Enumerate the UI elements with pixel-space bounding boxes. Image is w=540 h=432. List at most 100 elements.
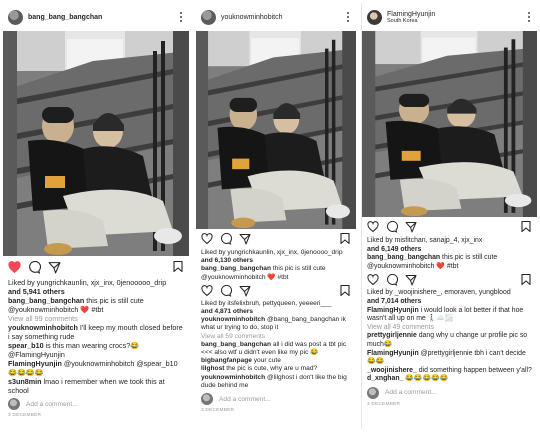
heart-icon[interactable]: [8, 260, 21, 274]
caption-username[interactable]: youknowminhobitch: [201, 316, 265, 323]
post-2: youknowminhobitch Liked by yungrichkaunl…: [196, 3, 356, 429]
avatar: [8, 398, 20, 410]
post-text: Liked by yungrichkaunlin, xjx_inx, 0jeno…: [3, 278, 189, 395]
post-date: 3 DECEMBER: [201, 408, 235, 414]
comment: bang_bang_bangchan all i did was post a …: [201, 340, 347, 357]
bookmark-icon[interactable]: [521, 273, 531, 286]
comment-icon[interactable]: [220, 284, 232, 297]
bookmark-icon[interactable]: [340, 284, 350, 297]
comment-username[interactable]: _woojinishere_: [367, 367, 417, 374]
more-options-icon[interactable]: [347, 12, 350, 22]
comment-username[interactable]: s3un8min: [8, 377, 42, 386]
more-options-icon[interactable]: [528, 12, 531, 22]
post-actions: [3, 256, 189, 278]
comment-username[interactable]: FlamingHyunjin: [367, 350, 419, 357]
comment: youknowminhobitch @lilghost i don't like…: [201, 373, 347, 389]
comment-username[interactable]: bang_bang_bangchan: [201, 341, 271, 348]
comment: youknowminhobitch I'll keep my mouth clo…: [8, 323, 183, 341]
caption-username[interactable]: FlamingHyunjin: [367, 307, 419, 314]
comment-username[interactable]: spear_b10: [8, 341, 44, 350]
add-comment-row[interactable]: Add a comment...: [362, 384, 537, 399]
comment-username[interactable]: prettygirljennie: [367, 332, 417, 339]
comment-icon[interactable]: [386, 274, 398, 287]
heart-icon[interactable]: [367, 274, 379, 286]
comment-username[interactable]: youknowminhobitch: [8, 323, 78, 332]
post-date: 3 DECEMBER: [8, 413, 42, 418]
comment: prettygirljennie dang why u change ur pr…: [367, 332, 528, 348]
comment: FlamingHyunjin @prettygirljennie tbh i c…: [367, 349, 526, 366]
comment: lilghost the pic is cute, why are u mad?: [201, 365, 318, 373]
comment-icon[interactable]: [386, 221, 398, 233]
post-actions: [196, 229, 356, 249]
comment: FlamingHyunjin @youknowminhobitch @spear…: [8, 359, 178, 377]
more-options-icon[interactable]: [180, 12, 183, 22]
likes-summary[interactable]: Liked by yungrichkaunlin, xjx_inx, 0jeno…: [201, 249, 351, 265]
bookmark-icon[interactable]: [173, 260, 183, 273]
comment-username[interactable]: youknowminhobitch: [201, 374, 265, 381]
comment-icon[interactable]: [28, 260, 41, 274]
post-photo[interactable]: [3, 31, 189, 256]
likes-summary[interactable]: Liked by itsfelixbruh, pettyqueen, yeeee…: [201, 300, 351, 316]
comment-username[interactable]: lilghost: [201, 365, 224, 372]
add-comment-input[interactable]: Add a comment...: [385, 389, 437, 396]
post-text: Liked by yungrichkaunlin, xjx_inx, 0jeno…: [196, 249, 356, 282]
post-photo[interactable]: [196, 31, 356, 229]
post-username[interactable]: bang_bang_bangchan: [28, 14, 102, 21]
post-username[interactable]: youknowminhobitch: [221, 14, 282, 21]
comment: spear_b10 is this man wearing crocs?😂 @F…: [8, 341, 140, 359]
comment-username[interactable]: FlamingHyunjin: [8, 359, 62, 368]
post-1: bang_bang_bangchan Liked by yungrichkaun…: [3, 3, 189, 429]
post-location[interactable]: South Korea: [387, 18, 435, 24]
comment: d_xnghan_ 😂😂😂😂😂: [367, 375, 449, 383]
post-text: Liked by misfitchan, sanajp_4, xjx_inx an…: [362, 237, 537, 271]
post-text-second: Liked by _woojinishere_, emoraven, yungb…: [362, 289, 537, 384]
post-date: 3 DECEMBER: [367, 401, 401, 407]
post-header: youknowminhobitch: [196, 3, 356, 31]
post-actions-second: [362, 271, 537, 289]
share-icon[interactable]: [405, 221, 417, 233]
heart-icon[interactable]: [367, 221, 379, 233]
avatar: [367, 386, 379, 399]
heart-icon[interactable]: [201, 284, 213, 297]
likes-summary[interactable]: Liked by _woojinishere_, emoraven, yungb…: [367, 289, 532, 306]
share-icon[interactable]: [48, 261, 61, 274]
avatar: [201, 393, 213, 406]
caption-username[interactable]: bang_bang_bangchan: [201, 265, 271, 272]
post-text-second: Liked by itsfelixbruh, pettyqueen, yeeee…: [196, 300, 356, 390]
add-comment-input[interactable]: Add a comment...: [26, 401, 78, 408]
share-icon[interactable]: [405, 274, 417, 286]
add-comment-row[interactable]: Add a comment...: [196, 390, 356, 406]
comment-username[interactable]: bigbangfanpage: [201, 357, 252, 364]
comment-username[interactable]: d_xnghan_: [367, 375, 403, 382]
post-3: FlamingHyunjin South Korea Liked by misf…: [361, 3, 537, 429]
caption: youknowminhobitch @bang_bang_bangchan ik…: [201, 316, 346, 332]
caption: bang_bang_bangchan this pic is still cut…: [8, 296, 144, 314]
share-icon[interactable]: [239, 233, 251, 245]
view-all-comments-link[interactable]: View all 59 comments: [201, 333, 351, 341]
caption: bang_bang_bangchan this pic is still cut…: [367, 254, 498, 270]
caption-username[interactable]: bang_bang_bangchan: [8, 296, 84, 305]
share-icon[interactable]: [239, 285, 251, 297]
comment: s3un8min lmao i remember when we took th…: [8, 377, 165, 395]
bookmark-icon[interactable]: [521, 220, 531, 233]
likes-summary[interactable]: Liked by misfitchan, sanajp_4, xjx_inx an…: [367, 237, 532, 254]
heart-icon[interactable]: [201, 233, 213, 245]
post-header: FlamingHyunjin South Korea: [362, 3, 537, 31]
post-actions: [362, 217, 537, 237]
post-photo[interactable]: [362, 31, 537, 217]
comment-icon[interactable]: [220, 233, 232, 245]
likes-summary[interactable]: Liked by yungrichkaunlin, xjx_inx, 0jeno…: [8, 278, 184, 296]
view-all-comments-link[interactable]: View all 49 comments: [367, 324, 532, 333]
avatar[interactable]: [367, 9, 382, 25]
bookmark-icon[interactable]: [340, 232, 350, 245]
view-all-comments-link[interactable]: View all 99 comments: [8, 314, 184, 323]
add-comment-row[interactable]: Add a comment...: [3, 395, 189, 410]
comment: bigbangfanpage your cute: [201, 357, 281, 365]
avatar[interactable]: [8, 9, 23, 25]
avatar[interactable]: [201, 9, 216, 25]
post-header: bang_bang_bangchan: [3, 3, 189, 31]
add-comment-input[interactable]: Add a comment...: [219, 396, 271, 403]
caption-username[interactable]: bang_bang_bangchan: [367, 254, 440, 261]
post-username[interactable]: FlamingHyunjin: [387, 11, 435, 18]
caption: FlamingHyunjin i would look a lot better…: [367, 306, 524, 323]
